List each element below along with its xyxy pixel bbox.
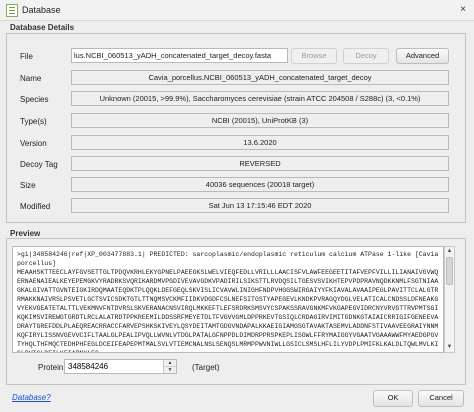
spinner-buttons: ▲ ▼: [163, 360, 176, 373]
modified-field[interactable]: Sat Jun 13 17:15:46 EDT 2020: [71, 198, 449, 213]
scrollbar-thumb[interactable]: [446, 257, 453, 285]
decoy-tag-field[interactable]: REVERSED: [71, 156, 449, 171]
database-app-icon: [6, 4, 18, 17]
species-label: Species: [20, 95, 49, 104]
spinner-up-icon[interactable]: ▲: [164, 360, 176, 367]
file-path-field[interactable]: lus.NCBI_060513_yADH_concatenated_target…: [71, 48, 288, 63]
type-field[interactable]: NCBI (20015), UniProtKB (3): [71, 113, 449, 128]
scroll-down-icon[interactable]: ▼: [445, 343, 454, 352]
species-field[interactable]: Unknown (20015, >99.9%), Saccharomyces c…: [71, 91, 449, 106]
advanced-button[interactable]: Advanced: [396, 48, 449, 64]
decoy-button[interactable]: Decoy: [343, 48, 389, 64]
ok-button[interactable]: OK: [373, 390, 413, 407]
preview-group-title: Preview: [10, 229, 41, 238]
size-label: Size: [20, 181, 36, 190]
name-label: Name: [20, 74, 42, 83]
sequence-body: MEAAHSKTTEECLAYFGVSETTGLTPDQVKRHLEKYGPNE…: [17, 269, 439, 352]
browse-button[interactable]: Browse: [291, 48, 337, 64]
protein-input[interactable]: [65, 360, 169, 373]
details-group-title: Database Details: [10, 23, 75, 32]
title-bar: Database ×: [0, 0, 474, 21]
scroll-up-icon[interactable]: ▲: [445, 247, 454, 256]
target-label: (Target): [192, 363, 220, 372]
size-field[interactable]: 40036 sequences (20018 target): [71, 177, 449, 192]
modified-label: Modified: [20, 202, 51, 211]
name-field[interactable]: Cavia_porcellus.NCBI_060513_yADH_concate…: [71, 70, 449, 85]
protein-label: Protein: [38, 363, 64, 372]
protein-spinner[interactable]: ▲ ▼: [64, 359, 177, 374]
cancel-button[interactable]: Cancel: [418, 390, 464, 407]
close-icon[interactable]: ×: [456, 3, 470, 16]
file-label: File: [20, 52, 33, 61]
database-help-link[interactable]: Database?: [12, 393, 51, 402]
decoy-tag-label: Decoy Tag: [20, 160, 58, 169]
version-label: Version: [20, 139, 47, 148]
type-label: Type(s): [20, 117, 47, 126]
sequence-header: >gi|348584246|ref|XP_003477883.1| PREDIC…: [17, 251, 439, 267]
window-title: Database: [22, 5, 61, 15]
version-field[interactable]: 13.6.2020: [71, 135, 449, 150]
spinner-down-icon[interactable]: ▼: [164, 367, 176, 373]
sequence-preview-textarea[interactable]: >gi|348584246|ref|XP_003477883.1| PREDIC…: [12, 246, 444, 353]
preview-scrollbar[interactable]: ▲ ▼: [444, 246, 455, 353]
